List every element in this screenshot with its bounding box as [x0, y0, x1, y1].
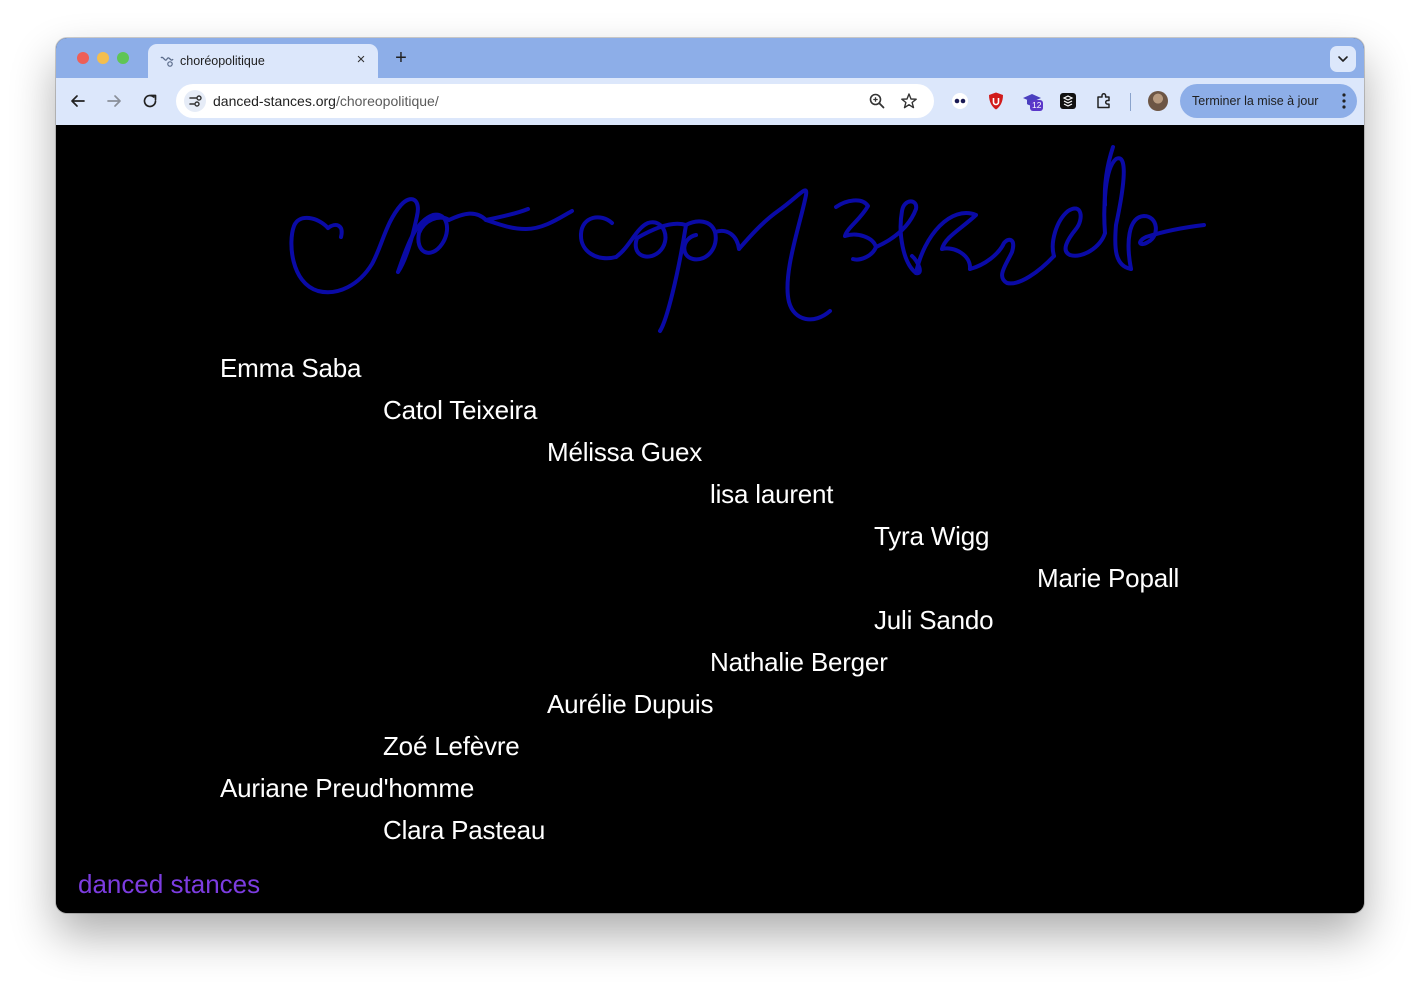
- url-path: /choreopolitique/: [335, 93, 439, 109]
- eyes-extension-icon[interactable]: [950, 91, 970, 111]
- address-bar[interactable]: danced-stances.org/choreopolitique/: [176, 84, 934, 118]
- puzzle-extensions-icon[interactable]: [1094, 91, 1114, 111]
- page-content: Emma Saba Catol Teixeira Mélissa Guex li…: [56, 125, 1364, 913]
- new-tab-button[interactable]: +: [390, 47, 412, 69]
- artist-name-link[interactable]: Catol Teixeira: [383, 395, 537, 425]
- tab-title: choréopolitique: [180, 54, 265, 68]
- toolbar-separator: [1130, 93, 1131, 111]
- minimize-window-button[interactable]: [97, 52, 109, 64]
- artist-name-link[interactable]: Tyra Wigg: [874, 521, 989, 551]
- reload-icon[interactable]: [139, 90, 161, 112]
- tab-strip: choréopolitique × +: [56, 38, 1364, 78]
- artist-name-link[interactable]: Auriane Preud'homme: [220, 773, 474, 803]
- artist-name-link[interactable]: Clara Pasteau: [383, 815, 545, 845]
- active-tab[interactable]: choréopolitique ×: [148, 44, 378, 78]
- ublock-shield-icon[interactable]: [986, 91, 1006, 111]
- update-button-label: Terminer la mise à jour: [1192, 94, 1319, 108]
- profile-avatar[interactable]: [1148, 91, 1168, 111]
- back-arrow-icon[interactable]: [67, 90, 89, 112]
- chevron-down-icon: [1338, 56, 1348, 62]
- update-button[interactable]: Terminer la mise à jour: [1180, 84, 1357, 118]
- artist-name-link[interactable]: Nathalie Berger: [710, 647, 888, 677]
- browser-toolbar: danced-stances.org/choreopolitique/ 12 T…: [56, 78, 1364, 125]
- box-extension-icon[interactable]: [1058, 91, 1078, 111]
- artist-name-link[interactable]: Mélissa Guex: [547, 437, 702, 467]
- close-window-button[interactable]: [77, 52, 89, 64]
- bookmark-star-icon[interactable]: [900, 92, 918, 110]
- maximize-window-button[interactable]: [117, 52, 129, 64]
- kebab-menu-icon[interactable]: [1341, 92, 1347, 110]
- artist-name-link[interactable]: Aurélie Dupuis: [547, 689, 713, 719]
- artist-name-link[interactable]: Juli Sando: [874, 605, 994, 635]
- extension-badge: 12: [1030, 100, 1044, 111]
- choreopolitique-logo: [289, 145, 1206, 333]
- graduation-cap-extension[interactable]: 12: [1022, 91, 1044, 111]
- forward-arrow-icon[interactable]: [103, 90, 125, 112]
- danced-stances-home-link[interactable]: danced stances: [78, 869, 260, 900]
- tab-close-icon[interactable]: ×: [352, 51, 370, 69]
- url-domain: danced-stances.org: [213, 93, 336, 109]
- artist-name-link[interactable]: Zoé Lefèvre: [383, 731, 520, 761]
- artist-name-link[interactable]: lisa laurent: [710, 479, 834, 509]
- zoom-icon[interactable]: [868, 92, 886, 110]
- artist-name-link[interactable]: Emma Saba: [220, 353, 361, 383]
- artist-name-link[interactable]: Marie Popall: [1037, 563, 1179, 593]
- site-info-icon[interactable]: [184, 90, 206, 112]
- favicon-icon: [160, 56, 174, 67]
- tab-search-button[interactable]: [1330, 46, 1356, 72]
- browser-window: choréopolitique × + danced-stances.org/c…: [56, 38, 1364, 913]
- url-text[interactable]: danced-stances.org/choreopolitique/: [213, 93, 439, 109]
